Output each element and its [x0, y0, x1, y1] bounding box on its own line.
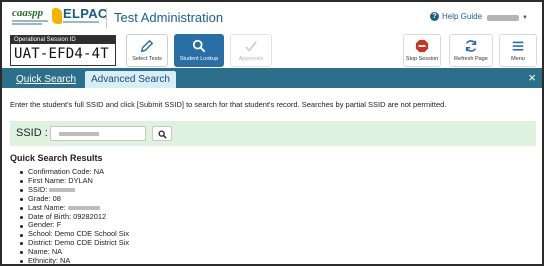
- ssid-input[interactable]: [50, 126, 146, 141]
- header-divider: [106, 8, 107, 28]
- california-bear-icon: [52, 8, 62, 24]
- search-icon: [192, 39, 206, 53]
- pencil-icon: [140, 39, 154, 53]
- ssid-label: SSID :: [16, 127, 48, 139]
- refresh-page-label: Refresh Page: [454, 56, 488, 62]
- user-name-redacted: [487, 14, 519, 21]
- stop-session-button[interactable]: Stop Session: [403, 34, 441, 67]
- session-id-box: Operational Session ID UAT-EFD4-4T: [10, 35, 116, 66]
- list-item: Ethnicity: NA: [20, 256, 129, 264]
- search-tab-bar: Quick Search Advanced Search ×: [2, 68, 542, 88]
- refresh-icon: [465, 40, 477, 52]
- ssid-search-panel: SSID :: [10, 121, 536, 146]
- stop-icon: [415, 39, 429, 53]
- header: caaspp ELPAC Test Administration ? Help …: [2, 2, 542, 32]
- app-window: caaspp ELPAC Test Administration ? Help …: [0, 0, 544, 266]
- session-id-label: Operational Session ID: [11, 36, 115, 44]
- user-menu[interactable]: ▼: [487, 14, 531, 21]
- last-name-redacted: [67, 205, 100, 210]
- approvals-button[interactable]: Approvals: [230, 34, 272, 67]
- elpac-logo-text: ELPAC: [63, 6, 108, 21]
- student-lookup-label: Student Lookup: [179, 56, 219, 62]
- search-instructions: Enter the student's full SSID and click …: [10, 100, 447, 109]
- select-tests-button[interactable]: Select Tests: [126, 34, 168, 67]
- menu-label: Menu: [511, 56, 525, 62]
- ssid-value-redacted: [59, 132, 99, 136]
- search-icon: [158, 130, 167, 139]
- tab-quick-search[interactable]: Quick Search: [10, 71, 83, 88]
- session-id-value: UAT-EFD4-4T: [14, 46, 109, 62]
- ssid-redacted: [49, 187, 76, 192]
- approvals-label: Approvals: [238, 56, 264, 62]
- caaspp-logo: caaspp: [8, 7, 52, 27]
- help-guide-link[interactable]: ? Help Guide: [430, 12, 482, 21]
- submit-ssid-button[interactable]: [152, 126, 172, 141]
- student-lookup-button[interactable]: Student Lookup: [174, 34, 224, 67]
- tab-advanced-search[interactable]: Advanced Search: [85, 71, 176, 88]
- help-guide-label: Help Guide: [442, 12, 483, 21]
- chevron-down-icon: ▼: [522, 14, 528, 21]
- select-tests-label: Select Tests: [132, 56, 162, 62]
- help-icon: ?: [430, 12, 439, 21]
- close-icon[interactable]: ×: [528, 70, 536, 86]
- refresh-page-button[interactable]: Refresh Page: [449, 34, 493, 67]
- page-title: Test Administration: [114, 10, 224, 25]
- results-list: Confirmation Code: NA First Name: DYLAN …: [20, 167, 129, 264]
- results-title: Quick Search Results: [10, 153, 103, 163]
- menu-button[interactable]: Menu: [499, 34, 537, 67]
- approvals-icon: [245, 41, 257, 52]
- caaspp-logo-text: caaspp: [12, 7, 44, 19]
- toolbar: Operational Session ID UAT-EFD4-4T Selec…: [2, 32, 542, 68]
- stop-session-label: Stop Session: [405, 56, 439, 62]
- hamburger-menu-icon: [512, 41, 524, 51]
- elpac-logo: ELPAC: [52, 5, 107, 29]
